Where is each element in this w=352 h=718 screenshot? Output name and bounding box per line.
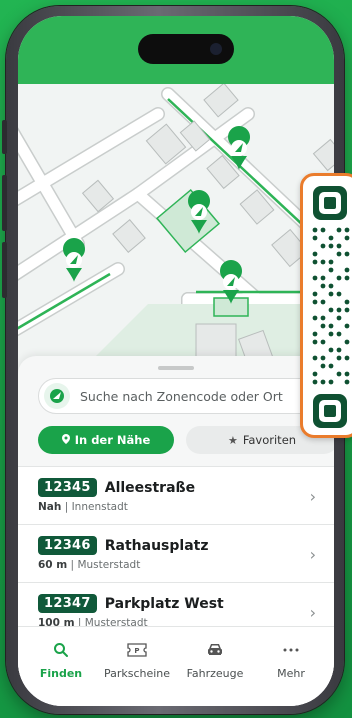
zone-meta: 60 m | Musterstadt [38,559,141,571]
search-icon [22,639,100,661]
zone-distance: 60 m [38,559,68,571]
more-icon [252,639,330,661]
nav-label: Parkscheine [103,667,171,680]
zone-name: Parkplatz West [104,595,224,612]
phone-screen: Suche nach Zonencode oder Ort In der Näh… [18,16,334,706]
tab-label: Favoriten [242,433,297,447]
qr-code-panel [300,173,352,438]
camera-icon [210,43,222,55]
phone-side-button [2,175,7,231]
zone-distance: Nah [38,501,62,513]
zone-row-12346[interactable]: 12346 Rathausplatz 60 m | Musterstadt › [18,524,334,582]
nav-vehicles[interactable]: Fahrzeuge [176,639,254,680]
bottom-nav: Finden P Parkscheine Fahrzeuge Mehr [18,626,334,706]
zone-name: Alleestraße [104,479,196,496]
zone-area: Musterstadt [77,559,141,571]
search-input[interactable]: Suche nach Zonencode oder Ort [38,378,334,414]
sheet-handle[interactable] [158,366,194,370]
phone-side-button [2,242,7,298]
tab-label: In der Nähe [74,433,151,447]
nav-label: Finden [39,667,83,680]
zone-area: Innenstadt [71,501,128,513]
nav-tickets[interactable]: P Parkscheine [98,639,176,680]
tab-nearby[interactable]: In der Nähe [38,426,174,454]
chevron-right-icon: › [309,487,316,506]
chevron-right-icon: › [309,545,316,564]
map-view[interactable] [18,84,334,374]
phone-side-button [2,120,7,154]
car-icon [176,639,254,661]
dynamic-island [138,34,234,64]
zone-list: 12345 Alleestraße Nah | Innenstadt › 123… [18,466,334,640]
zone-name: Rathausplatz [104,537,209,554]
zone-code: 12345 [38,478,97,497]
location-pin-icon [61,433,70,447]
app-logo-icon [44,383,70,409]
star-icon: ★ [227,433,238,447]
nav-more[interactable]: Mehr [252,639,330,680]
zone-code: 12347 [38,594,97,613]
qr-code-icon [312,186,350,428]
chevron-right-icon: › [309,603,316,622]
filter-tabs: In der Nähe ★ Favoriten [38,426,334,454]
ticket-icon: P [98,639,176,661]
nav-label: Fahrzeuge [186,667,244,680]
zone-row-12345[interactable]: 12345 Alleestraße Nah | Innenstadt › [18,466,334,524]
nav-label: Mehr [277,667,305,680]
zone-meta: Nah | Innenstadt [38,501,128,513]
search-placeholder: Suche nach Zonencode oder Ort [80,388,283,404]
zone-code: 12346 [38,536,97,555]
svg-text:P: P [134,647,139,655]
nav-find[interactable]: Finden [22,639,100,680]
map-canvas [18,84,334,374]
